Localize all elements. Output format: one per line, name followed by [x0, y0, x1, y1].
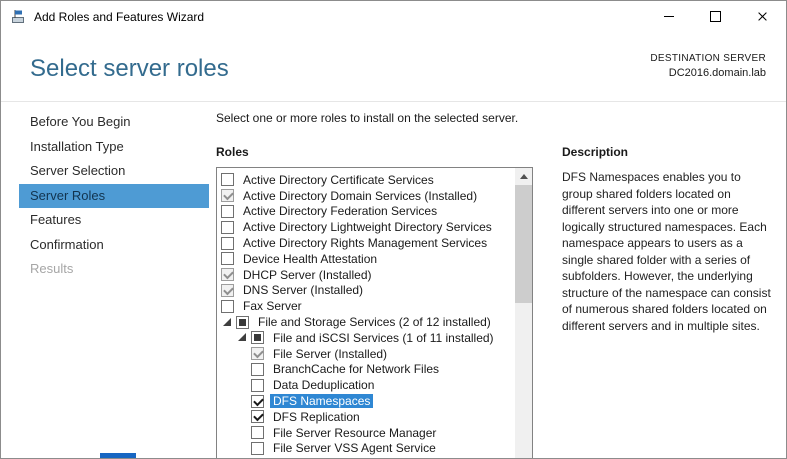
- description-header: Description: [562, 145, 628, 159]
- role-row[interactable]: DNS Server (Installed): [217, 283, 515, 299]
- role-label[interactable]: File and Storage Services (2 of 12 insta…: [255, 315, 494, 329]
- wizard-step-nav: Before You Begin Installation Type Serve…: [19, 110, 209, 282]
- sidebar-item-label: Features: [30, 212, 81, 227]
- sidebar-item-results: Results: [19, 257, 209, 282]
- role-row[interactable]: Device Health Attestation: [217, 251, 515, 267]
- sidebar-item-label: Server Roles: [30, 188, 105, 203]
- sidebar-item-label: Results: [30, 261, 73, 276]
- role-label[interactable]: DFS Namespaces: [270, 394, 373, 408]
- sidebar-item-confirmation[interactable]: Confirmation: [19, 233, 209, 258]
- role-label[interactable]: DFS Replication: [270, 410, 363, 424]
- role-checkbox[interactable]: [221, 284, 234, 297]
- role-row[interactable]: File Server VSS Agent Service: [217, 441, 515, 457]
- sidebar-item-label: Server Selection: [30, 163, 125, 178]
- sidebar-item-features[interactable]: Features: [19, 208, 209, 233]
- role-row[interactable]: Active Directory Certificate Services: [217, 172, 515, 188]
- maximize-icon: [710, 11, 721, 22]
- role-label[interactable]: Device Health Attestation: [240, 252, 380, 266]
- role-row[interactable]: DFS Replication: [217, 409, 515, 425]
- role-checkbox[interactable]: [251, 363, 264, 376]
- scrollbar-thumb[interactable]: [515, 185, 532, 303]
- role-label[interactable]: File and iSCSI Services (1 of 11 install…: [270, 331, 497, 345]
- role-checkbox[interactable]: [221, 300, 234, 313]
- role-checkbox[interactable]: [251, 395, 264, 408]
- role-checkbox[interactable]: [221, 205, 234, 218]
- role-label[interactable]: DNS Server (Installed): [240, 283, 366, 297]
- role-row[interactable]: Fax Server: [217, 298, 515, 314]
- destination-server-name: DC2016.domain.lab: [650, 67, 766, 79]
- roles-list-header: Roles: [216, 145, 249, 159]
- role-label[interactable]: File Server Resource Manager: [270, 426, 439, 440]
- role-label[interactable]: DHCP Server (Installed): [240, 268, 374, 282]
- role-row[interactable]: Active Directory Rights Management Servi…: [217, 235, 515, 251]
- roles-scrollbar[interactable]: [515, 168, 532, 459]
- instruction-text: Select one or more roles to install on t…: [216, 111, 518, 125]
- role-label[interactable]: Active Directory Certificate Services: [240, 173, 437, 187]
- role-row[interactable]: File Server Resource Manager: [217, 425, 515, 441]
- role-checkbox[interactable]: [251, 426, 264, 439]
- sidebar-item-server-selection[interactable]: Server Selection: [19, 159, 209, 184]
- page-title: Select server roles: [30, 55, 229, 83]
- sidebar-item-label: Installation Type: [30, 139, 124, 154]
- role-checkbox[interactable]: [251, 331, 264, 344]
- role-row[interactable]: Active Directory Lightweight Directory S…: [217, 219, 515, 235]
- role-row[interactable]: DHCP Server (Installed): [217, 267, 515, 283]
- role-label[interactable]: Data Deduplication: [270, 378, 377, 392]
- caption-buttons: [645, 1, 786, 32]
- destination-server-label: DESTINATION SERVER: [650, 53, 766, 64]
- role-checkbox[interactable]: [236, 316, 249, 329]
- role-label[interactable]: Active Directory Domain Services (Instal…: [240, 189, 480, 203]
- role-checkbox[interactable]: [221, 252, 234, 265]
- role-label[interactable]: Active Directory Federation Services: [240, 204, 440, 218]
- role-checkbox[interactable]: [221, 173, 234, 186]
- role-checkbox[interactable]: [251, 347, 264, 360]
- header-divider: [1, 101, 786, 102]
- close-icon: [757, 11, 768, 22]
- role-label[interactable]: BranchCache for Network Files: [270, 362, 442, 376]
- roles-list: Active Directory Certificate Services Ac…: [217, 168, 515, 456]
- scrollbar-up-arrow-icon[interactable]: [515, 168, 532, 185]
- role-checkbox[interactable]: [221, 221, 234, 234]
- window-title: Add Roles and Features Wizard: [34, 10, 204, 24]
- role-label[interactable]: File Server VSS Agent Service: [270, 441, 439, 455]
- role-checkbox[interactable]: [221, 237, 234, 250]
- server-manager-icon: [10, 9, 26, 25]
- minimize-icon: [664, 16, 674, 17]
- sidebar-item-before-you-begin[interactable]: Before You Begin: [19, 110, 209, 135]
- expander-down-icon[interactable]: [236, 331, 251, 344]
- titlebar: Add Roles and Features Wizard: [1, 1, 786, 32]
- role-row[interactable]: File Server (Installed): [217, 346, 515, 362]
- role-row[interactable]: BranchCache for Network Files: [217, 362, 515, 378]
- expander-down-icon[interactable]: [221, 316, 236, 329]
- role-row[interactable]: File and Storage Services (2 of 12 insta…: [217, 314, 515, 330]
- minimize-button[interactable]: [645, 1, 692, 32]
- sidebar-item-label: Before You Begin: [30, 114, 130, 129]
- background-artifact: [100, 453, 136, 459]
- sidebar-item-server-roles[interactable]: Server Roles: [19, 184, 209, 209]
- wizard-window: Add Roles and Features Wizard Select ser…: [0, 0, 787, 459]
- role-label[interactable]: Active Directory Rights Management Servi…: [240, 236, 490, 250]
- role-row[interactable]: DFS Namespaces: [217, 393, 515, 409]
- description-text: DFS Namespaces enables you to group shar…: [562, 169, 774, 334]
- role-label[interactable]: Active Directory Lightweight Directory S…: [240, 220, 495, 234]
- role-label[interactable]: Fax Server: [240, 299, 305, 313]
- sidebar-item-label: Confirmation: [30, 237, 104, 252]
- role-row[interactable]: Data Deduplication: [217, 377, 515, 393]
- close-button[interactable]: [739, 1, 786, 32]
- role-row[interactable]: Active Directory Domain Services (Instal…: [217, 188, 515, 204]
- roles-listbox: Active Directory Certificate Services Ac…: [216, 167, 533, 459]
- role-label[interactable]: File Server (Installed): [270, 347, 390, 361]
- role-checkbox[interactable]: [251, 442, 264, 455]
- maximize-button[interactable]: [692, 1, 739, 32]
- sidebar-item-installation-type[interactable]: Installation Type: [19, 135, 209, 160]
- role-checkbox[interactable]: [221, 268, 234, 281]
- role-checkbox[interactable]: [251, 379, 264, 392]
- role-row[interactable]: Active Directory Federation Services: [217, 204, 515, 220]
- role-checkbox[interactable]: [251, 410, 264, 423]
- role-checkbox[interactable]: [221, 189, 234, 202]
- destination-server-block: DESTINATION SERVER DC2016.domain.lab: [650, 53, 766, 79]
- role-row[interactable]: File and iSCSI Services (1 of 11 install…: [217, 330, 515, 346]
